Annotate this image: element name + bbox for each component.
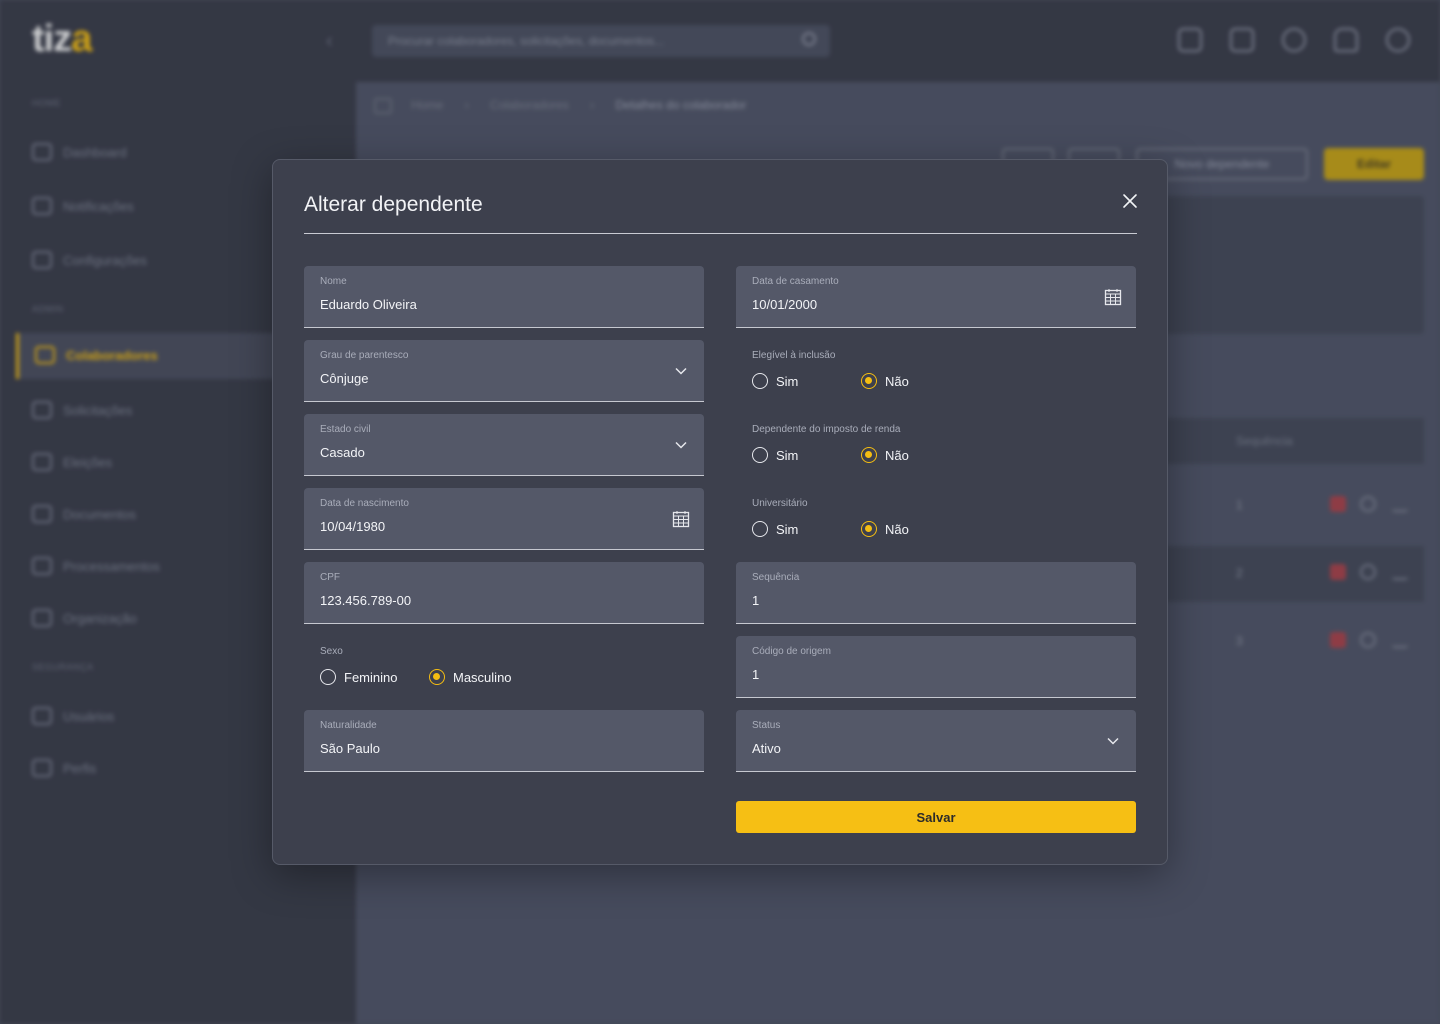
codigo-origem-field[interactable]: Código de origem 1 <box>736 636 1136 698</box>
cpf-label: CPF <box>320 572 340 583</box>
nome-value: Eduardo Oliveira <box>320 297 417 312</box>
data-nascimento-value: 10/04/1980 <box>320 519 386 534</box>
chevron-down-icon[interactable] <box>1104 732 1122 750</box>
sexo-label: Sexo <box>320 646 343 657</box>
modal-divider <box>304 233 1137 234</box>
imposto-renda-radio-group: Dependente do imposto de renda Sim Não <box>752 424 909 463</box>
codigo-origem-label: Código de origem <box>752 646 831 657</box>
data-casamento-label: Data de casamento <box>752 276 839 287</box>
nome-field[interactable]: Nome Eduardo Oliveira <box>304 266 704 328</box>
save-button[interactable]: Salvar <box>736 801 1136 833</box>
cpf-field[interactable]: CPF 123.456.789-00 <box>304 562 704 624</box>
status-select[interactable]: Status Ativo <box>736 710 1136 772</box>
universitario-label: Universitário <box>752 498 808 509</box>
codigo-origem-value: 1 <box>752 667 760 682</box>
naturalidade-field[interactable]: Naturalidade São Paulo <box>304 710 704 772</box>
elegivel-label: Elegível à inclusão <box>752 350 836 361</box>
status-value: Ativo <box>752 741 781 756</box>
radio-unchecked-icon <box>320 669 336 685</box>
estado-civil-value: Casado <box>320 445 365 460</box>
grau-parentesco-value: Cônjuge <box>320 371 369 386</box>
radio-checked-icon <box>429 669 445 685</box>
status-label: Status <box>752 720 781 731</box>
close-icon[interactable] <box>1119 190 1141 212</box>
calendar-icon[interactable] <box>1104 288 1122 306</box>
sequencia-value: 1 <box>752 593 760 608</box>
radio-unchecked-icon <box>752 447 768 463</box>
nome-label: Nome <box>320 276 347 287</box>
sequencia-field[interactable]: Sequência 1 <box>736 562 1136 624</box>
elegivel-radio-group: Elegível à inclusão Sim Não <box>752 350 909 389</box>
chevron-down-icon[interactable] <box>672 362 690 380</box>
estado-civil-select[interactable]: Estado civil Casado <box>304 414 704 476</box>
radio-unchecked-icon <box>752 521 768 537</box>
universitario-radio-group: Universitário Sim Não <box>752 498 909 537</box>
sequencia-label: Sequência <box>752 572 800 583</box>
naturalidade-value: São Paulo <box>320 741 380 756</box>
grau-parentesco-label: Grau de parentesco <box>320 350 409 361</box>
data-casamento-field[interactable]: Data de casamento 10/01/2000 <box>736 266 1136 328</box>
edit-dependent-modal: Alterar dependente Nome Eduardo Oliveira… <box>272 159 1168 865</box>
calendar-icon[interactable] <box>672 510 690 528</box>
radio-checked-icon <box>861 447 877 463</box>
naturalidade-label: Naturalidade <box>320 720 377 731</box>
radio-checked-icon <box>861 373 877 389</box>
data-nascimento-label: Data de nascimento <box>320 498 409 509</box>
estado-civil-label: Estado civil <box>320 424 371 435</box>
data-nascimento-field[interactable]: Data de nascimento 10/04/1980 <box>304 488 704 550</box>
data-casamento-value: 10/01/2000 <box>752 297 818 312</box>
imposto-renda-label: Dependente do imposto de renda <box>752 424 901 435</box>
chevron-down-icon[interactable] <box>672 436 690 454</box>
cpf-value: 123.456.789-00 <box>320 593 412 608</box>
grau-parentesco-select[interactable]: Grau de parentesco Cônjuge <box>304 340 704 402</box>
modal-title: Alterar dependente <box>304 193 483 216</box>
radio-unchecked-icon <box>752 373 768 389</box>
radio-checked-icon <box>861 521 877 537</box>
sexo-radio-group: Sexo Feminino Masculino <box>320 646 512 685</box>
